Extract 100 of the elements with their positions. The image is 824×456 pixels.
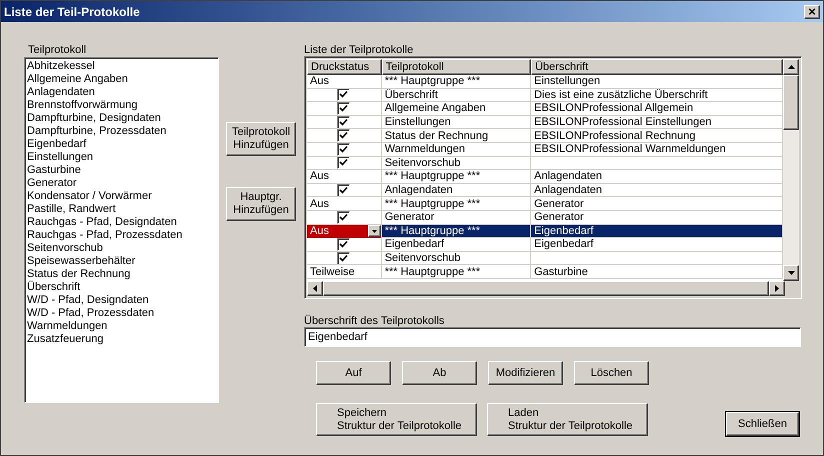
- table-row[interactable]: Aus *** Hauptgruppe *** Generator: [307, 197, 784, 211]
- action-button[interactable]: Löschen: [574, 361, 649, 385]
- table-row[interactable]: Eigenbedarf Eigenbedarf: [307, 238, 784, 252]
- table-cell: *** Hauptgruppe ***: [382, 224, 532, 238]
- table-cell: Generator: [531, 210, 784, 225]
- table-row[interactable]: Warnmeldungen EBSILONProfessional Warnmeldungen: [307, 142, 784, 157]
- table-row[interactable]: Aus *** Hauptgruppe *** Einstellungen: [307, 75, 784, 89]
- checkbox[interactable]: [337, 88, 350, 102]
- table-cell: EBSILONProfessional Einstellungen: [531, 116, 784, 130]
- action-button[interactable]: Ab: [402, 361, 477, 385]
- table-cell: Generator: [382, 210, 532, 225]
- checkbox[interactable]: [337, 252, 350, 264]
- table-cell: Warnmeldungen: [382, 142, 532, 157]
- list-item[interactable]: Zusatzfeuerung: [27, 333, 216, 346]
- checkbox[interactable]: [337, 238, 350, 251]
- list-item[interactable]: Gasturbine: [27, 164, 216, 177]
- checkbox[interactable]: [337, 184, 350, 196]
- table-cell: Anlagendaten: [531, 184, 784, 198]
- column-header[interactable]: Teilprotokoll: [382, 59, 532, 75]
- table-cell: Seitenvorschub: [382, 252, 532, 266]
- table-row[interactable]: Teilweise *** Hauptgruppe *** Gasturbine: [307, 265, 784, 279]
- table-cell: Gasturbine: [531, 265, 784, 279]
- table-cell: EBSILONProfessional Allgemein: [531, 102, 784, 116]
- checkbox[interactable]: [337, 210, 350, 224]
- table-cell: Anlagendaten: [531, 170, 784, 184]
- list-item[interactable]: Überschrift: [27, 281, 216, 294]
- action-button[interactable]: Modifizieren: [488, 361, 563, 385]
- table-row[interactable]: Generator Generator: [307, 210, 784, 225]
- table-cell: *** Hauptgruppe ***: [382, 265, 532, 279]
- list-item[interactable]: Seitenvorschub: [27, 242, 216, 255]
- list-item[interactable]: Warnmeldungen: [27, 320, 216, 333]
- table-row[interactable]: Einstellungen EBSILONProfessional Einstellungen: [307, 116, 784, 130]
- scroll-up-icon[interactable]: [783, 59, 799, 75]
- list-item[interactable]: W/D - Pfad, Designdaten: [27, 294, 216, 307]
- table-label: Liste der Teilprotokolle: [304, 43, 414, 56]
- close-dialog-button[interactable]: Schließen: [726, 412, 799, 436]
- table-row[interactable]: Seitenvorschub: [307, 252, 784, 266]
- table-cell: Dies ist eine zusätzliche Überschrift: [531, 88, 784, 102]
- list-item[interactable]: Brennstoffvorwärmung: [27, 99, 216, 112]
- table-cell: Generator: [531, 197, 784, 211]
- action-button[interactable]: Auf: [316, 361, 391, 385]
- heading-field[interactable]: Eigenbedarf: [304, 327, 801, 347]
- file-button[interactable]: Laden Struktur der Teilprotokolle: [487, 403, 648, 436]
- close-button[interactable]: ×: [804, 4, 820, 18]
- field-label: Überschrift des Teilprotokolls: [304, 314, 446, 327]
- scroll-left-icon[interactable]: [307, 281, 323, 296]
- table-row[interactable]: Anlagendaten Anlagendaten: [307, 184, 784, 198]
- table-row[interactable]: Status der Rechnung EBSILONProfessional Rechnung: [307, 129, 784, 143]
- checkbox[interactable]: [337, 116, 350, 128]
- checkbox[interactable]: [337, 142, 350, 156]
- list-item[interactable]: Dampfturbine, Designdaten: [27, 112, 216, 125]
- list-item[interactable]: Einstellungen: [27, 151, 216, 164]
- table-cell: Seitenvorschub: [382, 156, 532, 170]
- column-header[interactable]: Druckstatus: [307, 59, 382, 75]
- list-item[interactable]: Kondensator / Vorwärmer: [27, 190, 216, 203]
- scroll-thumb[interactable]: [783, 75, 799, 130]
- table-cell: Einstellungen: [382, 116, 532, 130]
- table-cell: *** Hauptgruppe ***: [382, 197, 532, 211]
- table-cell: Allgemeine Angaben: [382, 102, 532, 116]
- table-cell: Überschrift: [382, 88, 532, 102]
- table-row[interactable]: Aus *** Hauptgruppe *** Anlagendaten: [307, 170, 784, 184]
- scroll-down-icon[interactable]: [783, 265, 799, 281]
- table-cell: Eigenbedarf: [382, 238, 532, 252]
- column-header[interactable]: Überschrift: [531, 59, 784, 75]
- list-item[interactable]: Eigenbedarf: [27, 138, 216, 151]
- checkbox[interactable]: [337, 129, 350, 142]
- table-cell: *** Hauptgruppe ***: [382, 75, 532, 89]
- table-cell: Eigenbedarf: [531, 224, 784, 238]
- add-button[interactable]: Hauptgr. Hinzufügen: [226, 187, 296, 221]
- list-item[interactable]: Rauchgas - Pfad, Designdaten: [27, 216, 216, 229]
- table-cell: Eigenbedarf: [531, 238, 784, 252]
- list-item[interactable]: Generator: [27, 177, 216, 190]
- table-row[interactable]: Aus *** Hauptgruppe *** Eigenbedarf: [307, 224, 784, 238]
- table-cell: Teilweise: [307, 265, 382, 279]
- status-dropdown[interactable]: Aus: [307, 224, 382, 238]
- list-item[interactable]: W/D - Pfad, Prozessdaten: [27, 307, 216, 320]
- list-item[interactable]: Rauchgas - Pfad, Prozessdaten: [27, 229, 216, 242]
- table-cell: Status der Rechnung: [382, 129, 532, 143]
- table-cell: EBSILONProfessional Rechnung: [531, 129, 784, 143]
- window-title: Liste der Teil-Protokolle: [4, 4, 140, 20]
- list-item[interactable]: Abhitzekessel: [27, 60, 216, 73]
- list-item[interactable]: Anlagendaten: [27, 86, 216, 99]
- table-cell: EBSILONProfessional Warnmeldungen: [531, 142, 784, 157]
- vertical-scrollbar[interactable]: [783, 59, 799, 281]
- list-item[interactable]: Allgemeine Angaben: [27, 73, 216, 86]
- checkbox[interactable]: [337, 156, 350, 170]
- table-row[interactable]: Überschrift Dies ist eine zusätzliche Überschrift: [307, 88, 784, 102]
- list-item[interactable]: Pastille, Randwert: [27, 203, 216, 216]
- checkbox[interactable]: [337, 102, 350, 115]
- table-cell: Anlagendaten: [382, 184, 532, 198]
- table-row[interactable]: Allgemeine Angaben EBSILONProfessional Allgemein: [307, 102, 784, 116]
- list-item[interactable]: Speisewasserbehälter: [27, 255, 216, 268]
- scroll-right-icon[interactable]: [769, 281, 785, 296]
- table-row[interactable]: Seitenvorschub: [307, 156, 784, 170]
- file-button[interactable]: Speichern Struktur der Teilprotokolle: [316, 403, 477, 436]
- list-item[interactable]: Status der Rechnung: [27, 268, 216, 281]
- list-item[interactable]: Dampfturbine, Prozessdaten: [27, 125, 216, 138]
- add-button[interactable]: Teilprotokoll Hinzufügen: [226, 122, 296, 156]
- table-cell: *** Hauptgruppe ***: [382, 170, 532, 184]
- table-cell: Einstellungen: [531, 75, 784, 89]
